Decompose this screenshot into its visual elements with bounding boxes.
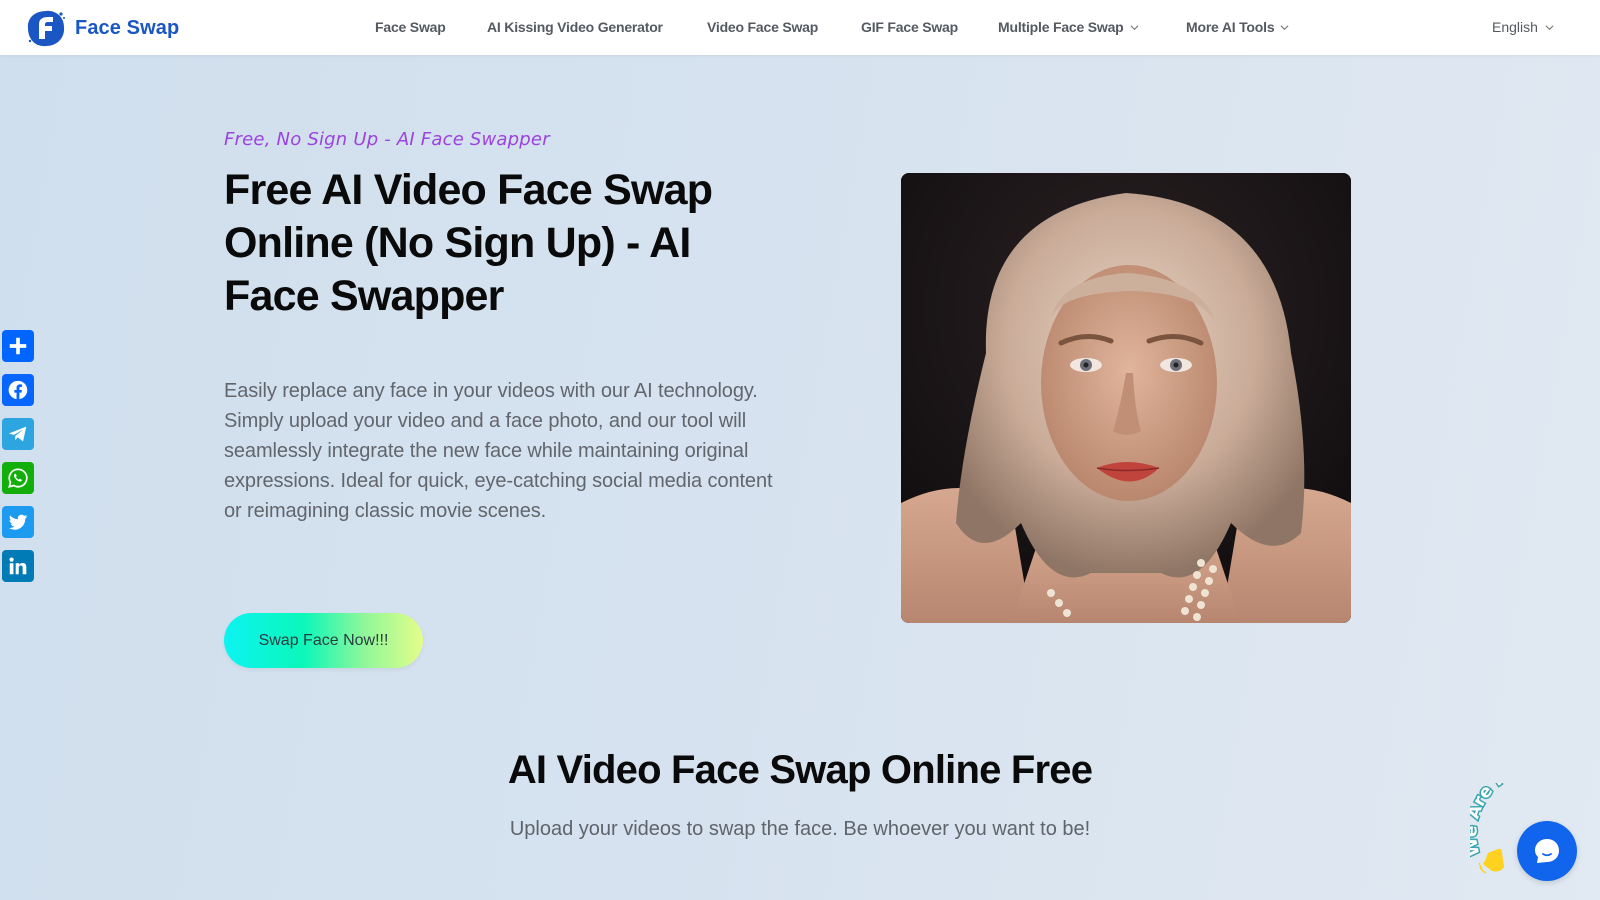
- chevron-down-icon: [1545, 24, 1554, 30]
- site-header: Face Swap Face Swap AI Kissing Video Gen…: [0, 0, 1600, 55]
- whatsapp-share-button[interactable]: [2, 462, 34, 494]
- nav-label: Face Swap: [375, 19, 446, 35]
- section-title: AI Video Face Swap Online Free: [507, 748, 1093, 792]
- facebook-icon: [8, 380, 28, 400]
- nav-label: Video Face Swap: [707, 19, 819, 35]
- chevron-down-icon: [1280, 24, 1289, 30]
- chevron-down-icon: [1130, 24, 1139, 30]
- linkedin-share-button[interactable]: [2, 550, 34, 582]
- hero-description: Easily replace any face in your videos w…: [224, 380, 773, 522]
- nav-label: GIF Face Swap: [861, 19, 958, 35]
- open-chat-button[interactable]: [1517, 821, 1577, 881]
- share-sidebar: [2, 330, 34, 582]
- nav-gif-face-swap[interactable]: GIF Face Swap: [861, 19, 958, 35]
- twitter-share-button[interactable]: [2, 506, 34, 538]
- linkedin-icon: [9, 557, 27, 575]
- nav-more-ai-tools[interactable]: More AI Tools: [1186, 19, 1289, 35]
- portrait-illustration: [901, 173, 1351, 623]
- telegram-icon: [8, 426, 27, 442]
- plus-icon: [9, 337, 27, 355]
- nav-face-swap[interactable]: Face Swap: [375, 19, 446, 35]
- share-button[interactable]: [2, 330, 34, 362]
- waving-hand-icon: [1478, 848, 1504, 874]
- hero-tagline: Free, No Sign Up - AI Face Swapper: [224, 129, 550, 150]
- twitter-icon: [8, 514, 28, 530]
- section-subtitle: Upload your videos to swap the face. Be …: [509, 818, 1091, 840]
- nav-label: Multiple Face Swap: [998, 19, 1124, 35]
- language-label: English: [1492, 19, 1538, 35]
- nav-video-face-swap[interactable]: Video Face Swap: [707, 19, 818, 35]
- facebook-share-button[interactable]: [2, 374, 34, 406]
- telegram-share-button[interactable]: [2, 418, 34, 450]
- language-selector[interactable]: English: [1492, 19, 1554, 35]
- nav-label: More AI Tools: [1186, 19, 1275, 35]
- main-nav: Face Swap AI Kissing Video Generator Vid…: [0, 0, 1600, 55]
- nav-multiple-face-swap[interactable]: Multiple Face Swap: [998, 19, 1139, 35]
- whatsapp-icon: [8, 468, 28, 488]
- swap-face-now-button[interactable]: Swap Face Now!!!: [224, 613, 423, 668]
- hero-title: Free AI Video Face Swap Online (No Sign …: [224, 166, 713, 320]
- chat-bubble-icon: [1535, 839, 1559, 863]
- hero-image: [901, 173, 1351, 623]
- nav-ai-kissing-video-generator[interactable]: AI Kissing Video Generator: [487, 19, 663, 35]
- nav-label: AI Kissing Video Generator: [487, 19, 663, 35]
- chat-widget: We Are Here!: [1470, 783, 1600, 900]
